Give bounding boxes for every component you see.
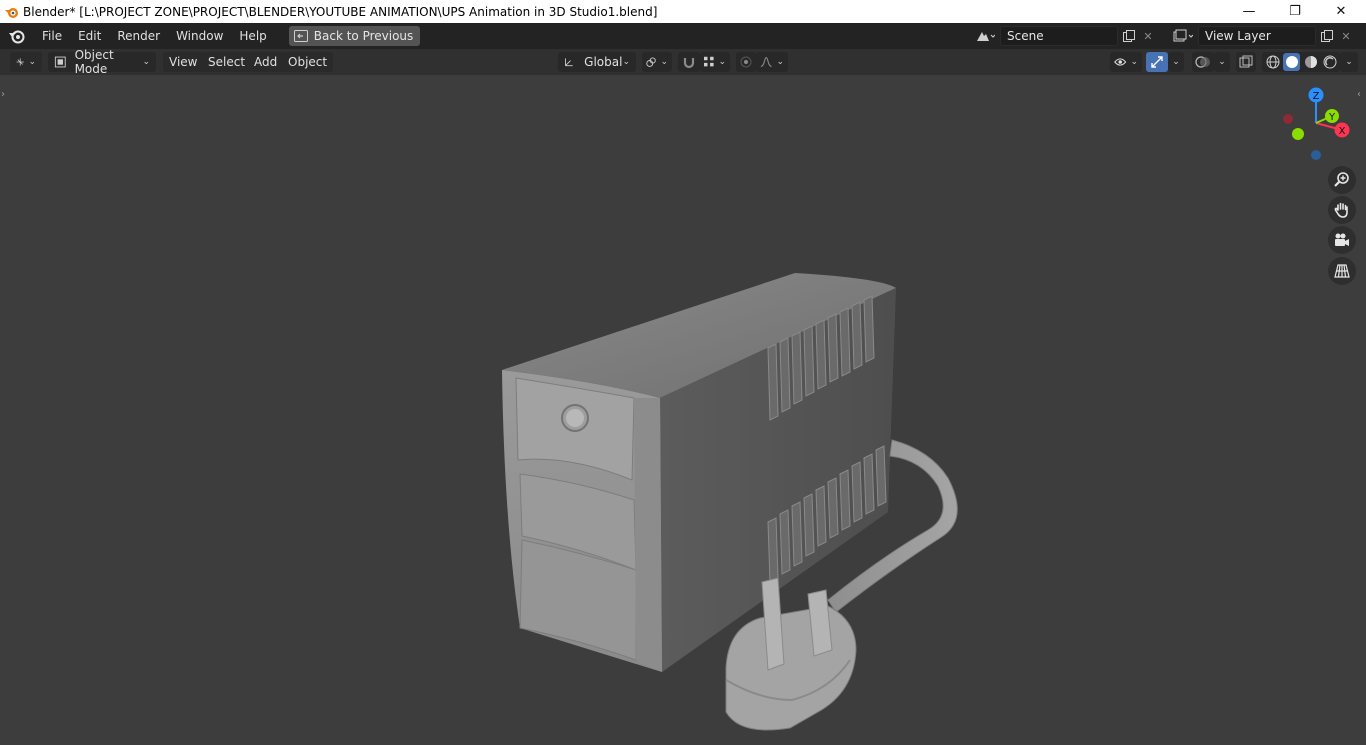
chevron-down-icon: ⌄ bbox=[1345, 57, 1353, 67]
xray-icon bbox=[1239, 55, 1253, 68]
orientation-label: Global bbox=[584, 55, 623, 69]
back-screen-icon bbox=[293, 30, 308, 42]
perspective-toggle-button[interactable] bbox=[1328, 257, 1356, 285]
close-button[interactable]: ✕ bbox=[1318, 0, 1364, 23]
menu-file[interactable]: File bbox=[34, 25, 70, 47]
menu-edit[interactable]: Edit bbox=[70, 25, 109, 47]
overlays-dropdown[interactable]: ⌄ bbox=[1214, 52, 1230, 72]
chevron-down-icon: ⌄ bbox=[1218, 57, 1226, 67]
menu-add[interactable]: Add bbox=[248, 52, 284, 72]
delete-view-layer-icon[interactable]: ✕ bbox=[1338, 26, 1354, 46]
window-title: Blender* [L:\PROJECT ZONE\PROJECT\BLENDE… bbox=[23, 4, 658, 19]
perspective-grid-icon bbox=[1334, 264, 1350, 278]
blender-icon bbox=[4, 4, 20, 20]
material-shading-icon[interactable] bbox=[1302, 53, 1319, 71]
chevron-down-icon: ⌄ bbox=[1130, 57, 1138, 67]
new-scene-icon[interactable] bbox=[1118, 26, 1140, 46]
chevron-down-icon: ⌄ bbox=[776, 57, 784, 67]
gizmo-z-label: Z bbox=[1313, 91, 1320, 102]
zoom-button[interactable] bbox=[1328, 166, 1356, 194]
3d-viewport[interactable]: › ‹ Z Y X bbox=[0, 75, 1366, 745]
rendered-shading-icon[interactable] bbox=[1321, 53, 1338, 71]
hand-icon bbox=[1334, 202, 1348, 218]
minimize-button[interactable]: — bbox=[1226, 0, 1272, 23]
menu-select[interactable]: Select bbox=[202, 52, 252, 72]
window-titlebar: Blender* [L:\PROJECT ZONE\PROJECT\BLENDE… bbox=[0, 0, 1366, 23]
ups-model[interactable] bbox=[0, 75, 1366, 745]
overlay-icon bbox=[1195, 56, 1210, 68]
menu-window[interactable]: Window bbox=[168, 25, 231, 47]
view-layer-browse-icon[interactable] bbox=[1168, 26, 1198, 46]
chevron-down-icon: ⌄ bbox=[622, 57, 630, 67]
camera-icon bbox=[1335, 233, 1349, 246]
orientation-icon bbox=[565, 58, 573, 67]
snap-toggle[interactable] bbox=[678, 52, 700, 72]
proportional-editing-toggle[interactable] bbox=[736, 52, 756, 72]
scene-browse-icon[interactable] bbox=[970, 26, 1000, 46]
shading-mode-group bbox=[1262, 52, 1340, 72]
menu-help[interactable]: Help bbox=[231, 25, 274, 47]
scene-name-field[interactable]: Scene bbox=[1000, 26, 1118, 46]
shading-dropdown[interactable]: ⌄ bbox=[1340, 52, 1358, 72]
snap-grid-icon bbox=[704, 56, 714, 67]
viewport-editor-icon bbox=[16, 58, 24, 66]
object-mode-label: Object Mode bbox=[74, 48, 114, 76]
menu-view[interactable]: View bbox=[163, 52, 204, 72]
pivot-point-dropdown[interactable]: ⌄ bbox=[642, 52, 672, 72]
solid-shading-icon[interactable] bbox=[1283, 53, 1300, 71]
navigation-gizmo[interactable]: Z Y X bbox=[1270, 83, 1360, 173]
proportional-falloff-dropdown[interactable]: ⌄ bbox=[756, 52, 788, 72]
chevron-down-icon: ⌄ bbox=[718, 57, 726, 67]
chevron-down-icon: ⌄ bbox=[28, 57, 36, 67]
overlays-toggle[interactable] bbox=[1192, 52, 1214, 72]
gizmo-x-label: X bbox=[1339, 126, 1346, 137]
pan-button[interactable] bbox=[1328, 196, 1356, 224]
zoom-icon bbox=[1334, 172, 1349, 187]
snap-magnet-icon bbox=[683, 58, 695, 69]
scene-selector: Scene ✕ bbox=[970, 26, 1156, 46]
camera-view-button[interactable] bbox=[1328, 226, 1356, 254]
maximize-button[interactable]: ❐ bbox=[1272, 0, 1318, 23]
back-to-previous-button[interactable]: Back to Previous bbox=[288, 26, 421, 46]
gizmo-icon bbox=[1151, 56, 1163, 68]
visibility-dropdown[interactable]: ⌄ bbox=[1110, 52, 1142, 72]
chevron-down-icon: ⌄ bbox=[142, 57, 150, 67]
new-view-layer-icon[interactable] bbox=[1316, 26, 1338, 46]
view-layer-selector: View Layer ✕ bbox=[1168, 26, 1354, 46]
transform-orientation-dropdown[interactable]: Global ⌄ bbox=[558, 52, 636, 72]
blender-logo-icon[interactable] bbox=[0, 23, 34, 49]
chevron-down-icon: ⌄ bbox=[660, 57, 668, 67]
wireframe-shading-icon[interactable] bbox=[1264, 53, 1281, 71]
eye-icon bbox=[1114, 58, 1127, 66]
view-layer-name-field[interactable]: View Layer bbox=[1198, 26, 1316, 46]
viewport-header: ⌄ Object Mode ⌄ View Select Add Object G… bbox=[0, 48, 1366, 76]
menu-object[interactable]: Object bbox=[282, 52, 334, 72]
delete-scene-icon[interactable]: ✕ bbox=[1140, 26, 1156, 46]
pivot-icon bbox=[646, 57, 656, 67]
blender-topbar: File Edit Render Window Help Back to Pre… bbox=[0, 23, 1366, 49]
object-mode-icon bbox=[54, 56, 66, 68]
chevron-down-icon: ⌄ bbox=[1172, 57, 1180, 67]
gizmo-toggle[interactable] bbox=[1146, 52, 1168, 72]
snap-target-dropdown[interactable]: ⌄ bbox=[700, 52, 730, 72]
falloff-curve-icon bbox=[760, 57, 772, 67]
menu-render[interactable]: Render bbox=[109, 25, 168, 47]
back-to-previous-label: Back to Previous bbox=[313, 29, 414, 43]
xray-toggle[interactable] bbox=[1236, 52, 1256, 72]
object-mode-dropdown[interactable]: Object Mode ⌄ bbox=[48, 48, 156, 76]
gizmo-dropdown[interactable]: ⌄ bbox=[1168, 52, 1184, 72]
gizmo-y-label: Y bbox=[1328, 112, 1336, 123]
proportional-editing-icon bbox=[740, 56, 752, 68]
editor-type-button[interactable]: ⌄ bbox=[10, 52, 42, 72]
